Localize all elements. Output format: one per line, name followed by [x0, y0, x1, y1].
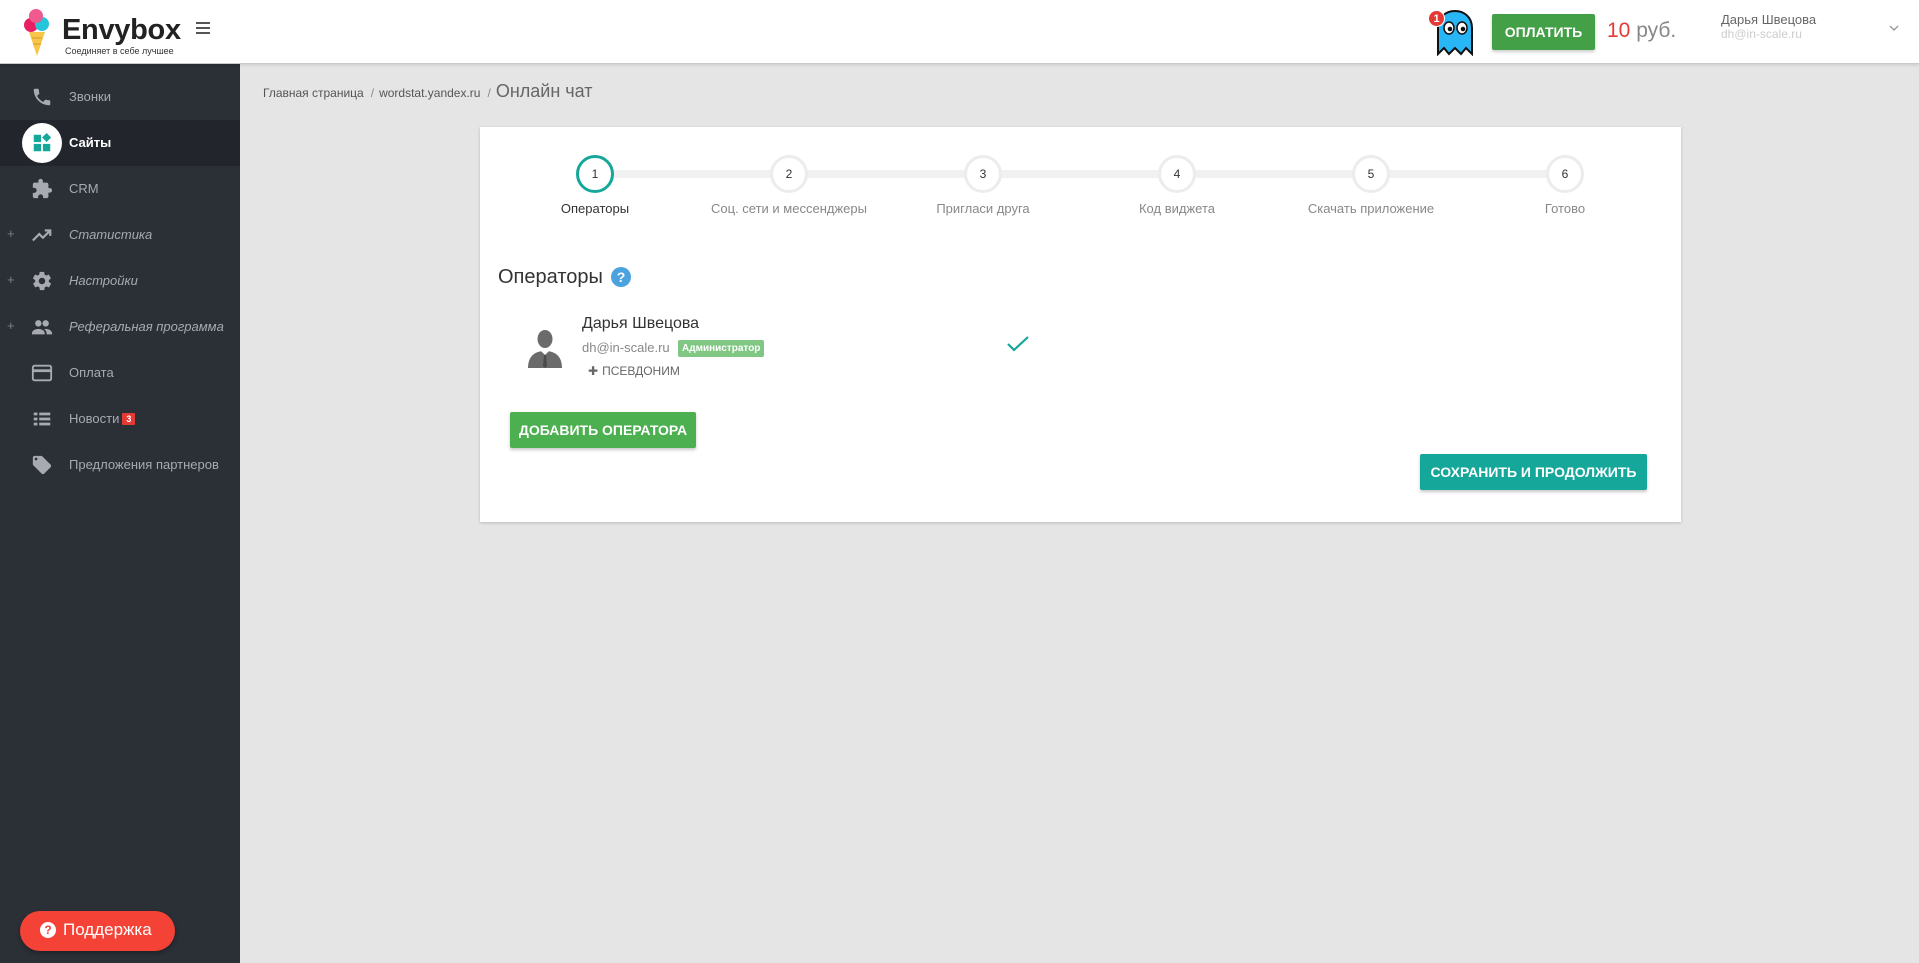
sidebar-item-news[interactable]: Новости 3 — [0, 396, 240, 442]
help-icon[interactable]: ? — [611, 267, 631, 287]
support-label: Поддержка — [63, 920, 152, 939]
widgets-icon — [33, 132, 52, 152]
operator-avatar-icon — [528, 330, 562, 368]
sidebar-item-referral[interactable]: + Реферальная программа — [0, 304, 240, 350]
news-label: Новости — [69, 411, 120, 426]
operator-name: Дарья Швецова — [582, 315, 700, 332]
expand-plus-icon[interactable]: + — [7, 226, 15, 241]
sidebar-item-label: Сайты — [69, 135, 112, 150]
list-icon — [33, 412, 51, 426]
brand-logo[interactable]: Envybox Соединяет в себе лучшее — [22, 8, 182, 58]
sidebar-item-settings[interactable]: + Настройки — [0, 258, 240, 304]
top-header: Envybox Соединяет в себе лучшее 1 ОПЛАТИ… — [0, 0, 1919, 64]
add-alias-link[interactable]: ✚ ПСЕВДОНИМ — [588, 364, 680, 378]
puzzle-icon — [32, 178, 53, 199]
step-5-indicator[interactable]: 5 — [1352, 155, 1390, 193]
user-name[interactable]: Дарья Швецова — [1721, 12, 1816, 27]
credit-card-icon — [31, 364, 53, 382]
breadcrumb-separator: / — [487, 86, 491, 100]
expand-plus-icon[interactable]: + — [7, 318, 15, 333]
brand-tagline: Соединяет в себе лучшее — [65, 46, 174, 56]
user-email: dh@in-scale.ru — [1721, 27, 1802, 41]
ice-cream-logo-icon — [24, 9, 49, 56]
pay-button[interactable]: ОПЛАТИТЬ — [1492, 14, 1595, 50]
sidebar-item-statistics[interactable]: + Статистика — [0, 212, 240, 258]
question-icon: ? — [40, 922, 56, 938]
step-2-indicator[interactable]: 2 — [770, 155, 808, 193]
page-title: Онлайн чат — [495, 81, 593, 101]
check-icon[interactable] — [1006, 334, 1030, 354]
operator-email: dh@in-scale.ru — [582, 340, 670, 355]
gear-icon — [32, 271, 52, 291]
add-operator-button[interactable]: ДОБАВИТЬ ОПЕРАТОРА — [510, 412, 696, 448]
expand-plus-icon[interactable]: + — [7, 272, 15, 287]
stepper-track — [595, 170, 1565, 178]
operator-role-badge: Администратор — [678, 340, 765, 357]
breadcrumb-separator: / — [370, 86, 375, 100]
menu-toggle-icon[interactable] — [196, 22, 210, 34]
step-3-indicator[interactable]: 3 — [964, 155, 1002, 193]
section-title: Операторы — [498, 266, 603, 288]
trending-up-icon — [32, 229, 52, 242]
step-1-indicator[interactable]: 1 — [576, 155, 614, 193]
support-button[interactable]: ? Поддержка — [20, 911, 175, 951]
sidebar-item-sites[interactable]: Сайты — [0, 120, 240, 166]
balance-currency: руб. — [1630, 19, 1677, 42]
sidebar-item-partners[interactable]: Предложения партнеров — [0, 442, 240, 488]
step-4-indicator[interactable]: 4 — [1158, 155, 1196, 193]
balance-display: 10 руб. — [1607, 19, 1676, 43]
tag-icon — [32, 455, 52, 475]
sidebar-item-label: Звонки — [69, 89, 111, 104]
notification-count-badge: 1 — [1428, 10, 1445, 27]
balance-amount: 10 — [1607, 19, 1631, 42]
save-continue-button[interactable]: СОХРАНИТЬ И ПРОДОЛЖИТЬ — [1420, 454, 1647, 490]
step-3-label[interactable]: Пригласи друга — [883, 201, 1083, 216]
brand-name: Envybox — [62, 14, 181, 46]
people-icon — [31, 320, 53, 335]
sidebar-item-label: Оплата — [69, 365, 114, 380]
step-4-label[interactable]: Код виджета — [1077, 201, 1277, 216]
sidebar-item-label: CRM — [69, 181, 99, 196]
sidebar-item-label: Новости 3 — [69, 411, 136, 426]
step-2-label[interactable]: Соц. сети и мессенджеры — [689, 201, 889, 216]
step-6-indicator[interactable]: 6 — [1546, 155, 1584, 193]
sidebar-item-calls[interactable]: Звонки — [0, 74, 240, 120]
sidebar-item-payment[interactable]: Оплата — [0, 350, 240, 396]
breadcrumb-site-link[interactable]: wordstat.yandex.ru — [379, 86, 480, 100]
phone-icon — [33, 88, 51, 106]
chevron-down-icon[interactable] — [1889, 24, 1899, 32]
sidebar-item-label: Статистика — [69, 227, 153, 242]
step-6-label[interactable]: Готово — [1465, 201, 1665, 216]
sidebar-item-label: Предложения партнеров — [69, 457, 219, 472]
alias-label: ПСЕВДОНИМ — [602, 364, 680, 378]
step-1-label[interactable]: Операторы — [495, 201, 695, 216]
plus-icon: ✚ — [588, 364, 599, 378]
sidebar-item-label: Настройки — [69, 273, 138, 288]
step-5-label[interactable]: Скачать приложение — [1271, 201, 1471, 216]
sidebar: Звонки Сайты CRM + Статистика + Настройк… — [0, 64, 240, 963]
news-count-badge: 3 — [122, 413, 136, 425]
breadcrumb-home-link[interactable]: Главная страница — [263, 86, 364, 100]
breadcrumb: Главная страница / wordstat.yandex.ru / Онла… — [263, 81, 593, 102]
sidebar-item-crm[interactable]: CRM — [0, 166, 240, 212]
sidebar-item-label: Реферальная программа — [69, 319, 224, 334]
